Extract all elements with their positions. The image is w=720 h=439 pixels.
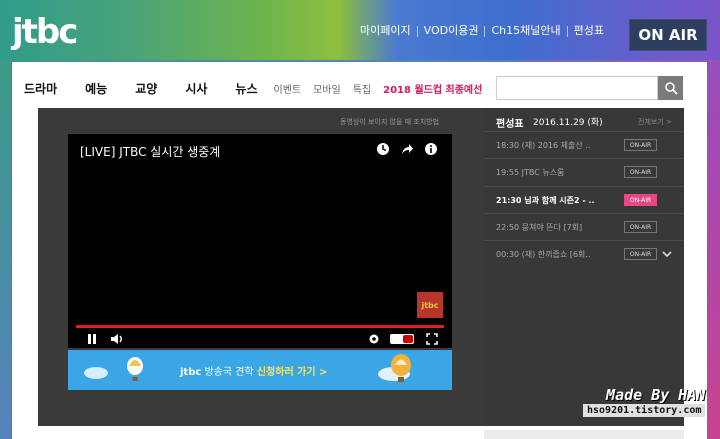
nav-current-affairs[interactable]: 시사 bbox=[185, 80, 207, 97]
info-icon[interactable] bbox=[424, 142, 438, 156]
volume-icon[interactable] bbox=[110, 332, 124, 346]
share-icon[interactable] bbox=[400, 142, 414, 156]
schedule-row[interactable]: 22:50 뭉쳐야 뜬다 [7회] ON-AIR bbox=[484, 213, 684, 240]
nav-mobile[interactable]: 모바일 bbox=[313, 81, 341, 96]
cloud-icon bbox=[84, 367, 108, 379]
schedule-date: 2016.11.29 (화) bbox=[533, 118, 603, 128]
nav-channel-info[interactable]: Ch15채널안내 bbox=[485, 24, 566, 38]
on-air-badge: ON-AIR bbox=[624, 221, 657, 233]
search-button[interactable] bbox=[658, 76, 683, 100]
schedule-row[interactable]: 18:30 (재) 2016 제출산 .. ON-AIR bbox=[484, 131, 684, 158]
schedule-view-all-link[interactable]: 전체보기 > bbox=[638, 117, 672, 127]
main-nav: 드라마 예능 교양 시사 뉴스 이벤트 모바일 특집 2018 월드컵 최종예선 bbox=[24, 80, 482, 97]
nav-culture[interactable]: 교양 bbox=[135, 80, 157, 97]
schedule-title: 편성표 bbox=[496, 119, 524, 130]
schedule-row-text: 22:50 뭉쳐야 뜬다 [7회] bbox=[496, 223, 583, 232]
hot-air-balloon-icon bbox=[127, 357, 143, 381]
schedule-row-text: 18:30 (재) 2016 제출산 .. bbox=[496, 141, 591, 150]
progress-bar[interactable] bbox=[76, 325, 444, 328]
player-controls bbox=[68, 330, 452, 348]
bottom-strip bbox=[484, 430, 684, 439]
schedule-row-text: 21:30 님과 함께 시즌2 - .. bbox=[496, 196, 595, 205]
chevron-down-icon[interactable] bbox=[662, 251, 672, 258]
nav-news[interactable]: 뉴스 bbox=[235, 80, 257, 97]
jtbc-logo[interactable]: jtbc bbox=[12, 14, 90, 50]
top-nav: 마이페이지 VOD이용권 Ch15채널안내 편성표 bbox=[354, 24, 610, 38]
nav-worldcup[interactable]: 2018 월드컵 최종예선 bbox=[383, 81, 482, 96]
nav-variety[interactable]: 예능 bbox=[85, 80, 107, 97]
nav-event[interactable]: 이벤트 bbox=[274, 81, 302, 96]
schedule-row[interactable]: 00:30 (재) 한끼줍쇼 [6회.. ON-AIR bbox=[484, 240, 684, 267]
schedule-row[interactable]: 19:55 JTBC 뉴스룸 ON-AIR bbox=[484, 158, 684, 185]
nav-drama[interactable]: 드라마 bbox=[24, 80, 57, 97]
on-air-badge: ON-AIR bbox=[624, 248, 657, 260]
channel-logo: jtbc bbox=[417, 292, 443, 318]
nav-vod-pass[interactable]: VOD이용권 bbox=[418, 24, 485, 38]
clock-icon[interactable] bbox=[376, 142, 390, 156]
banner-cta[interactable]: 신청하러 가기 > bbox=[257, 367, 328, 378]
banner-text[interactable]: jtbc 방송국 견학 신청하러 가기 > bbox=[180, 363, 327, 378]
schedule-row-text: 00:30 (재) 한끼줍쇼 [6회.. bbox=[496, 250, 591, 259]
on-air-badge: ON-AIR bbox=[624, 139, 657, 151]
pause-icon[interactable] bbox=[86, 333, 98, 345]
settings-gear-icon[interactable] bbox=[368, 333, 380, 345]
search-input[interactable] bbox=[496, 76, 658, 100]
banner-brand: jtbc bbox=[180, 367, 202, 378]
nav-schedule[interactable]: 편성표 bbox=[568, 24, 610, 38]
on-air-button[interactable]: ON AIR bbox=[629, 19, 707, 51]
on-air-badge: ON-AIR bbox=[624, 166, 657, 178]
hot-air-balloon-icon bbox=[391, 354, 411, 382]
search-icon bbox=[664, 82, 678, 95]
video-help-link[interactable]: 동영상이 보이지 않을 때 조치방법 bbox=[340, 117, 439, 127]
video-player[interactable] bbox=[68, 134, 452, 348]
nav-special[interactable]: 특집 bbox=[353, 81, 371, 96]
video-top-icons bbox=[376, 142, 438, 156]
schedule-row-current[interactable]: 21:30 님과 함께 시즌2 - .. ON-AIR bbox=[484, 186, 684, 213]
schedule-row-text: 19:55 JTBC 뉴스룸 bbox=[496, 168, 565, 177]
youtube-logo-icon[interactable] bbox=[390, 333, 414, 345]
fullscreen-icon[interactable] bbox=[426, 333, 438, 345]
nav-mypage[interactable]: 마이페이지 bbox=[354, 24, 417, 38]
video-title: [LIVE] JTBC 실시간 생중계 bbox=[80, 145, 221, 159]
banner-label: 방송국 견학 bbox=[204, 367, 254, 378]
watermark: Made By HAN hso9201.tistory.com bbox=[583, 386, 706, 417]
watermark-author: Made By HAN bbox=[606, 386, 706, 404]
watermark-url: hso9201.tistory.com bbox=[583, 404, 706, 417]
on-air-badge-live: ON-AIR bbox=[624, 194, 657, 206]
